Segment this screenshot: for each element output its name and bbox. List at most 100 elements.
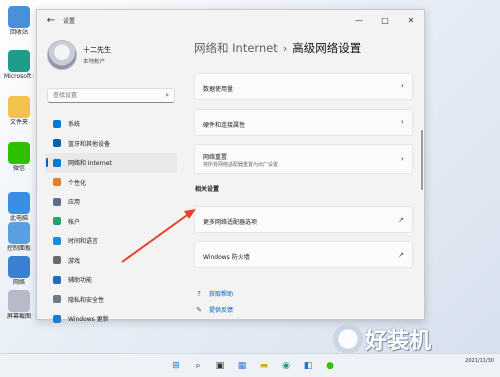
desktop-icon-label: 文件夹 (9, 119, 28, 126)
clock[interactable]: 2021/11/30 (465, 357, 494, 365)
desktop-app-icon (8, 256, 30, 278)
watermark-text: 好装机 (365, 329, 432, 354)
card-data-usage[interactable]: 数据使用量 › (194, 73, 413, 100)
desktop-icon[interactable]: 屏幕截图 (4, 290, 34, 320)
clock-date: 2021/11/30 (465, 358, 494, 364)
card-title: 网络重置 (203, 154, 228, 161)
account-type: 本地帐户 (83, 59, 106, 65)
sidebar-item-label: 网络和 Internet (68, 160, 112, 168)
widgets-icon[interactable]: ▦ (234, 358, 250, 374)
monitor-icon (53, 119, 61, 128)
feedback-icon: ✎ (196, 305, 202, 314)
desktop-app-icon (8, 290, 30, 312)
search-box[interactable]: ⌕ (47, 88, 175, 103)
app-title: 设置 (63, 17, 76, 25)
avatar (47, 40, 77, 70)
desktop-icon[interactable]: 文件夹 (4, 96, 34, 126)
gamepad-icon (53, 256, 61, 265)
minimize-button[interactable]: — (346, 10, 372, 30)
start-icon[interactable]: ⊞ (168, 358, 184, 374)
sidebar-item[interactable]: 应用 (45, 192, 177, 212)
watermark-logo (333, 324, 363, 354)
desktop-app-icon (8, 6, 30, 28)
desktop-icon[interactable]: 回收站 (4, 6, 34, 36)
breadcrumb: 网络和 Internet › 高级网络设置 (194, 40, 361, 56)
breadcrumb-parent[interactable]: 网络和 Internet (194, 40, 278, 56)
search-input[interactable] (53, 92, 166, 99)
sidebar-item-label: 系统 (68, 121, 81, 129)
desktop-icon[interactable]: 此电脑 (4, 192, 34, 222)
sidebar-item[interactable]: 辅助功能 (45, 270, 177, 290)
desktop-icon-label: 控制面板 (6, 245, 31, 252)
apps-icon (53, 197, 61, 206)
chevron-right-icon: › (400, 154, 404, 163)
page-title: 高级网络设置 (292, 41, 362, 55)
wechat-icon[interactable]: ● (322, 358, 338, 374)
card-title: Windows 防火墙 (203, 254, 250, 261)
sidebar-item-label: 应用 (68, 199, 81, 207)
sidebar-item[interactable]: 网络和 Internet (45, 153, 177, 173)
card-title: 更多网络适配器选项 (203, 219, 258, 226)
sidebar-item-label: 帐户 (68, 218, 81, 226)
search-icon[interactable]: ⌕ (165, 91, 169, 100)
sidebar-item[interactable]: 时间和语言 (45, 231, 177, 251)
desktop-icon-label: 网络 (12, 279, 25, 286)
search-icon[interactable]: ⌕ (190, 358, 206, 374)
sidebar-item-label: 隐私和安全性 (68, 296, 105, 304)
store-icon[interactable]: ◧ (300, 358, 316, 374)
sidebar: 十二先生 本地帐户 ⌕ 系统蓝牙和其他设备网络和 Internet 个性化应用帐户… (37, 30, 185, 323)
shield-icon (53, 295, 61, 304)
desktop-app-icon (8, 192, 30, 214)
desktop-icon-label: 此电脑 (9, 215, 28, 222)
desktop-icon[interactable]: 网络 (4, 256, 34, 286)
user-name: 十二先生 (83, 46, 111, 54)
maximize-button[interactable]: □ (372, 10, 398, 30)
card-network-reset[interactable]: 网络重置 将所有网络适配器重置为出厂设置 › (194, 144, 413, 174)
desktop-icon[interactable]: 控制面板 (4, 222, 34, 252)
card-title: 数据使用量 (203, 86, 234, 93)
sidebar-item[interactable]: 个性化 (45, 173, 177, 193)
desktop-icon-label: 屏幕截图 (6, 313, 31, 320)
card-hardware-properties[interactable]: 硬件和连接属性 › (194, 109, 413, 136)
back-button[interactable]: ← (42, 11, 60, 29)
desktop-icon[interactable]: 微信 (4, 142, 34, 172)
sidebar-item[interactable]: 隐私和安全性 (45, 290, 177, 310)
arrow-left-icon: ← (46, 14, 56, 26)
card-more-adapter-options[interactable]: 更多网络适配器选项 ↗ (194, 206, 413, 233)
help-icon: ? (197, 289, 201, 298)
user-profile[interactable]: 十二先生 本地帐户 (47, 40, 111, 70)
sidebar-item[interactable]: 系统 (45, 114, 177, 134)
chevron-right-icon: › (400, 81, 404, 90)
desktop-icon-label: 回收站 (9, 29, 28, 36)
window-controls: — □ ✕ (346, 10, 424, 30)
close-button[interactable]: ✕ (398, 10, 424, 30)
breadcrumb-separator: › (282, 41, 288, 55)
watermark: 好装机 (333, 323, 431, 355)
settings-window: ← 设置 — □ ✕ 十二先生 本地帐户 ⌕ 系统蓝牙和其他设备网络和 Inte… (36, 9, 425, 323)
account-icon (53, 217, 61, 226)
task-view-icon[interactable]: ▣ (212, 358, 228, 374)
related-settings-heading: 相关设置 (195, 186, 220, 193)
sidebar-item-label: 个性化 (68, 179, 87, 187)
sidebar-item[interactable]: 蓝牙和其他设备 (45, 134, 177, 154)
wifi-icon (53, 158, 61, 167)
scrollbar[interactable] (421, 130, 423, 190)
sidebar-item-label: Windows 更新 (68, 316, 109, 324)
desktop-icon[interactable]: Microsoft Edge (4, 50, 34, 80)
sidebar-item-label: 游戏 (68, 257, 81, 265)
taskbar: ⊞ ⌕ ▣ ▦ ▬ ◉ ◧ ● 2021/11/30 (0, 353, 500, 377)
file-explorer-icon[interactable]: ▬ (256, 358, 272, 374)
sidebar-item[interactable]: 帐户 (45, 212, 177, 232)
sidebar-item[interactable]: Windows 更新 (45, 309, 177, 329)
edge-icon[interactable]: ◉ (278, 358, 294, 374)
sidebar-item-label: 时间和语言 (68, 238, 99, 246)
feedback-link[interactable]: ✎ 提供反馈 (195, 305, 233, 315)
chevron-right-icon: › (400, 117, 404, 126)
desktop-icon-label: Microsoft Edge (4, 73, 34, 80)
sidebar-item[interactable]: 游戏 (45, 251, 177, 271)
get-help-link[interactable]: ? 获取帮助 (195, 289, 233, 299)
bluetooth-icon (53, 139, 61, 148)
card-title: 硬件和连接属性 (203, 122, 246, 129)
card-windows-firewall[interactable]: Windows 防火墙 ↗ (194, 241, 413, 268)
desktop-app-icon (8, 142, 30, 164)
